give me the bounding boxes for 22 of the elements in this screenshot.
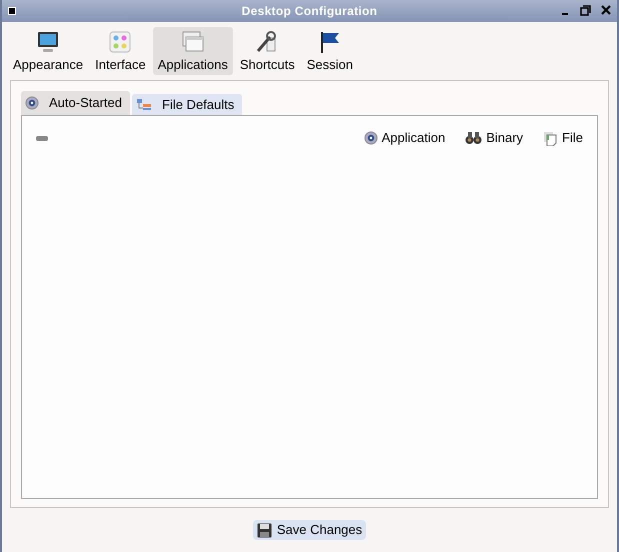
add-button[interactable]: File [543, 128, 583, 148]
add-button[interactable]: Application [364, 128, 446, 148]
windows-icon [180, 30, 205, 54]
category-tab[interactable]: Appearance [8, 27, 88, 75]
restore-icon[interactable] [580, 4, 591, 16]
save-changes-button[interactable]: Save Changes [252, 520, 366, 540]
category-tab[interactable]: Applications [152, 27, 233, 75]
color-dots-icon [108, 30, 132, 54]
category-tab[interactable]: Shortcuts [234, 27, 300, 75]
window-menu-icon[interactable] [8, 7, 16, 15]
category-tab[interactable]: Interface [90, 27, 151, 75]
tab[interactable]: File Defaults [132, 94, 242, 115]
file-icon [543, 130, 558, 146]
remove-button[interactable] [36, 136, 48, 140]
window-title: Desktop Configuration [242, 3, 378, 20]
add-button[interactable]: Binary [465, 128, 524, 148]
binoculars-icon [465, 131, 482, 145]
monitor-icon [36, 30, 60, 54]
tab[interactable]: Auto-Started [21, 91, 130, 115]
category-tab[interactable]: Session [302, 27, 358, 75]
files-icon [136, 98, 152, 112]
close-icon[interactable] [601, 4, 611, 16]
